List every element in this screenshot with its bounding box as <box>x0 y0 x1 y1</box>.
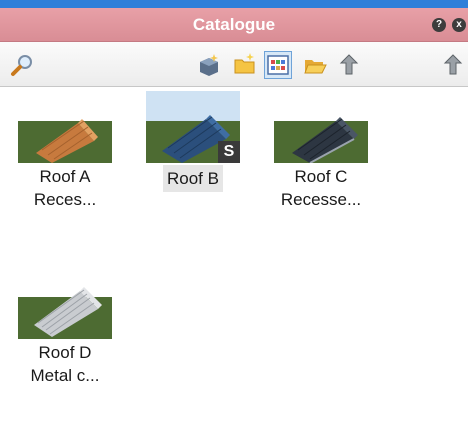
window-frame-top <box>0 0 468 8</box>
view-grid-icon[interactable] <box>264 51 292 79</box>
catalogue-grid: Roof A Reces... S Roof B Roof C Recesse.… <box>0 87 468 444</box>
help-icon[interactable]: ? <box>432 18 446 32</box>
selection-highlight: S <box>146 91 240 163</box>
add-component-icon[interactable] <box>196 52 222 78</box>
title-bar[interactable]: Catalogue ? x <box>0 8 468 42</box>
toolbar <box>0 42 468 87</box>
item-label-line2: Reces... <box>33 190 97 209</box>
export-icon[interactable] <box>440 52 466 78</box>
thumbnail <box>18 101 112 163</box>
window-title: Catalogue <box>192 15 276 34</box>
thumbnail: S <box>146 101 240 163</box>
search-icon[interactable] <box>10 52 36 78</box>
new-folder-icon[interactable] <box>232 52 258 78</box>
status-badge: S <box>218 141 240 163</box>
item-label-line2: Metal c... <box>30 366 100 385</box>
item-label-line2: Recesse... <box>280 190 362 209</box>
catalogue-item-roof-a[interactable]: Roof A Reces... <box>10 101 120 213</box>
catalogue-item-roof-d[interactable]: Roof D Metal c... <box>10 277 120 389</box>
item-label-line1: Roof C <box>294 167 348 186</box>
item-label-line1: Roof A <box>39 167 91 186</box>
open-folder-icon[interactable] <box>302 52 328 78</box>
catalogue-item-roof-c[interactable]: Roof C Recesse... <box>266 101 376 213</box>
import-icon[interactable] <box>336 52 362 78</box>
item-label-line1: Roof D <box>38 343 92 362</box>
close-icon[interactable]: x <box>452 18 466 32</box>
thumbnail <box>274 101 368 164</box>
catalogue-item-roof-b[interactable]: S Roof B <box>138 91 248 192</box>
item-label-line1: Roof B <box>167 169 219 188</box>
thumbnail <box>18 277 112 339</box>
